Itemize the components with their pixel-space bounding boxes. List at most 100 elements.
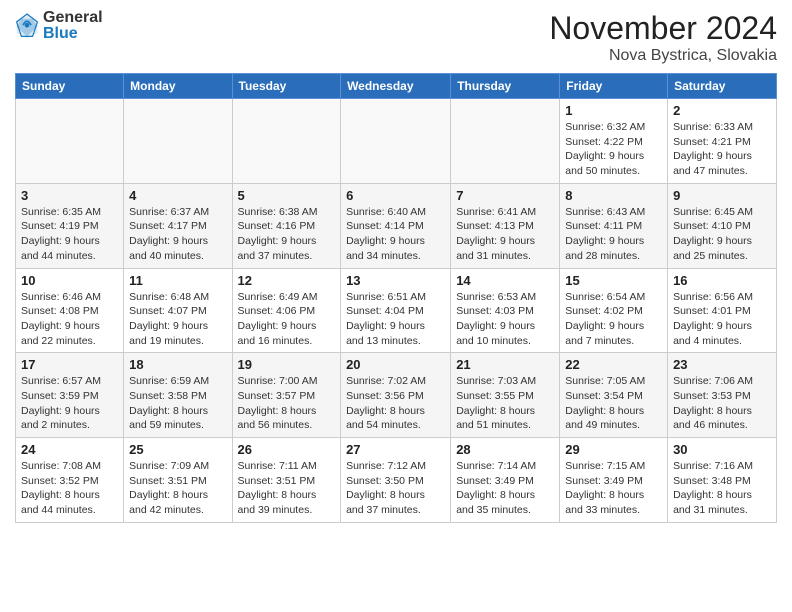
day-number: 19 [238, 357, 336, 372]
weekday-header-row: Sunday Monday Tuesday Wednesday Thursday… [16, 74, 777, 99]
day-number: 12 [238, 273, 336, 288]
header: General Blue November 2024 Nova Bystrica… [15, 10, 777, 65]
day-info: Sunrise: 7:09 AM Sunset: 3:51 PM Dayligh… [129, 459, 226, 518]
table-row: 17 Sunrise: 6:57 AM Sunset: 3:59 PM Dayli… [16, 353, 124, 438]
table-row: 3 Sunrise: 6:35 AM Sunset: 4:19 PM Daylig… [16, 183, 124, 268]
table-row: 28Sunrise: 7:14 AM Sunset: 3:49 PM Dayli… [451, 438, 560, 523]
day-number: 24 [21, 442, 118, 457]
col-wednesday: Wednesday [341, 74, 451, 99]
table-row [232, 99, 341, 184]
title-block: November 2024 Nova Bystrica, Slovakia [549, 10, 777, 65]
table-row [451, 99, 560, 184]
table-row [124, 99, 232, 184]
day-number: 30 [673, 442, 771, 457]
day-number: 26 [238, 442, 336, 457]
day-number: 8 [565, 188, 662, 203]
table-row: 18 Sunrise: 6:59 AM Sunset: 3:58 PM Dayli… [124, 353, 232, 438]
day-number: 10 [21, 273, 118, 288]
day-number: 18 [129, 357, 226, 372]
day-info: Sunrise: 7:06 AM Sunset: 3:53 PM Dayligh… [673, 374, 771, 433]
table-row: 2Sunrise: 6:33 AM Sunset: 4:21 PM Daylig… [668, 99, 777, 184]
day-info: Sunrise: 6:40 AM Sunset: 4:14 PM Dayligh… [346, 205, 445, 264]
day-number: 22 [565, 357, 662, 372]
day-info: Sunrise: 7:12 AM Sunset: 3:50 PM Dayligh… [346, 459, 445, 518]
day-info: Sunrise: 6:38 AM Sunset: 4:16 PM Dayligh… [238, 205, 336, 264]
table-row: 4 Sunrise: 6:37 AM Sunset: 4:17 PM Daylig… [124, 183, 232, 268]
day-info: Sunrise: 6:37 AM Sunset: 4:17 PM Dayligh… [129, 205, 226, 264]
col-saturday: Saturday [668, 74, 777, 99]
day-info: Sunrise: 6:59 AM Sunset: 3:58 PM Dayligh… [129, 374, 226, 433]
day-info: Sunrise: 6:32 AM Sunset: 4:22 PM Dayligh… [565, 120, 662, 179]
table-row: 27 Sunrise: 7:12 AM Sunset: 3:50 PM Dayli… [341, 438, 451, 523]
week-row-2: 3 Sunrise: 6:35 AM Sunset: 4:19 PM Daylig… [16, 183, 777, 268]
day-info: Sunrise: 6:43 AM Sunset: 4:11 PM Dayligh… [565, 205, 662, 264]
day-number: 17 [21, 357, 118, 372]
day-info: Sunrise: 6:35 AM Sunset: 4:19 PM Dayligh… [21, 205, 118, 264]
table-row: 11 Sunrise: 6:48 AM Sunset: 4:07 PM Dayli… [124, 268, 232, 353]
day-info: Sunrise: 6:57 AM Sunset: 3:59 PM Dayligh… [21, 374, 118, 433]
day-info: Sunrise: 6:45 AM Sunset: 4:10 PM Dayligh… [673, 205, 771, 264]
day-info: Sunrise: 7:08 AM Sunset: 3:52 PM Dayligh… [21, 459, 118, 518]
day-number: 29 [565, 442, 662, 457]
day-number: 13 [346, 273, 445, 288]
day-info: Sunrise: 6:48 AM Sunset: 4:07 PM Dayligh… [129, 290, 226, 349]
week-row-1: 1 Sunrise: 6:32 AM Sunset: 4:22 PM Daylig… [16, 99, 777, 184]
day-number: 7 [456, 188, 554, 203]
table-row: 24 Sunrise: 7:08 AM Sunset: 3:52 PM Dayli… [16, 438, 124, 523]
logo: General Blue [15, 10, 103, 42]
day-info: Sunrise: 7:02 AM Sunset: 3:56 PM Dayligh… [346, 374, 445, 433]
table-row: 6 Sunrise: 6:40 AM Sunset: 4:14 PM Daylig… [341, 183, 451, 268]
day-number: 5 [238, 188, 336, 203]
table-row: 1 Sunrise: 6:32 AM Sunset: 4:22 PM Daylig… [560, 99, 668, 184]
day-number: 3 [21, 188, 118, 203]
table-row: 25 Sunrise: 7:09 AM Sunset: 3:51 PM Dayli… [124, 438, 232, 523]
col-tuesday: Tuesday [232, 74, 341, 99]
table-row: 8 Sunrise: 6:43 AM Sunset: 4:11 PM Daylig… [560, 183, 668, 268]
table-row: 13 Sunrise: 6:51 AM Sunset: 4:04 PM Dayli… [341, 268, 451, 353]
day-info: Sunrise: 7:00 AM Sunset: 3:57 PM Dayligh… [238, 374, 336, 433]
table-row: 20Sunrise: 7:02 AM Sunset: 3:56 PM Dayli… [341, 353, 451, 438]
day-number: 16 [673, 273, 771, 288]
day-number: 23 [673, 357, 771, 372]
day-number: 25 [129, 442, 226, 457]
table-row: 26 Sunrise: 7:11 AM Sunset: 3:51 PM Dayli… [232, 438, 341, 523]
col-thursday: Thursday [451, 74, 560, 99]
table-row: 16 Sunrise: 6:56 AM Sunset: 4:01 PM Dayli… [668, 268, 777, 353]
day-number: 2 [673, 103, 771, 118]
page: General Blue November 2024 Nova Bystrica… [0, 0, 792, 612]
table-row: 22 Sunrise: 7:05 AM Sunset: 3:54 PM Dayli… [560, 353, 668, 438]
day-number: 15 [565, 273, 662, 288]
day-info: Sunrise: 7:05 AM Sunset: 3:54 PM Dayligh… [565, 374, 662, 433]
day-number: 4 [129, 188, 226, 203]
main-title: November 2024 [549, 10, 777, 47]
day-number: 1 [565, 103, 662, 118]
day-number: 21 [456, 357, 554, 372]
day-info: Sunrise: 7:11 AM Sunset: 3:51 PM Dayligh… [238, 459, 336, 518]
day-number: 6 [346, 188, 445, 203]
day-number: 27 [346, 442, 445, 457]
logo-blue-text: Blue [43, 26, 103, 42]
day-info: Sunrise: 7:15 AM Sunset: 3:49 PM Dayligh… [565, 459, 662, 518]
table-row: 9Sunrise: 6:45 AM Sunset: 4:10 PM Daylig… [668, 183, 777, 268]
col-friday: Friday [560, 74, 668, 99]
day-info: Sunrise: 6:51 AM Sunset: 4:04 PM Dayligh… [346, 290, 445, 349]
table-row: 19 Sunrise: 7:00 AM Sunset: 3:57 PM Dayli… [232, 353, 341, 438]
table-row [16, 99, 124, 184]
table-row: 29 Sunrise: 7:15 AM Sunset: 3:49 PM Dayli… [560, 438, 668, 523]
day-info: Sunrise: 6:54 AM Sunset: 4:02 PM Dayligh… [565, 290, 662, 349]
logo-icon [15, 12, 39, 40]
table-row: 21Sunrise: 7:03 AM Sunset: 3:55 PM Dayli… [451, 353, 560, 438]
day-info: Sunrise: 6:56 AM Sunset: 4:01 PM Dayligh… [673, 290, 771, 349]
table-row: 23 Sunrise: 7:06 AM Sunset: 3:53 PM Dayli… [668, 353, 777, 438]
day-number: 28 [456, 442, 554, 457]
day-number: 11 [129, 273, 226, 288]
table-row: 15 Sunrise: 6:54 AM Sunset: 4:02 PM Dayli… [560, 268, 668, 353]
logo-general-text: General [43, 10, 103, 26]
week-row-5: 24 Sunrise: 7:08 AM Sunset: 3:52 PM Dayli… [16, 438, 777, 523]
table-row: 30Sunrise: 7:16 AM Sunset: 3:48 PM Dayli… [668, 438, 777, 523]
day-info: Sunrise: 6:46 AM Sunset: 4:08 PM Dayligh… [21, 290, 118, 349]
week-row-3: 10 Sunrise: 6:46 AM Sunset: 4:08 PM Dayli… [16, 268, 777, 353]
logo-text: General Blue [43, 10, 103, 42]
table-row: 7Sunrise: 6:41 AM Sunset: 4:13 PM Daylig… [451, 183, 560, 268]
calendar: Sunday Monday Tuesday Wednesday Thursday… [15, 73, 777, 523]
